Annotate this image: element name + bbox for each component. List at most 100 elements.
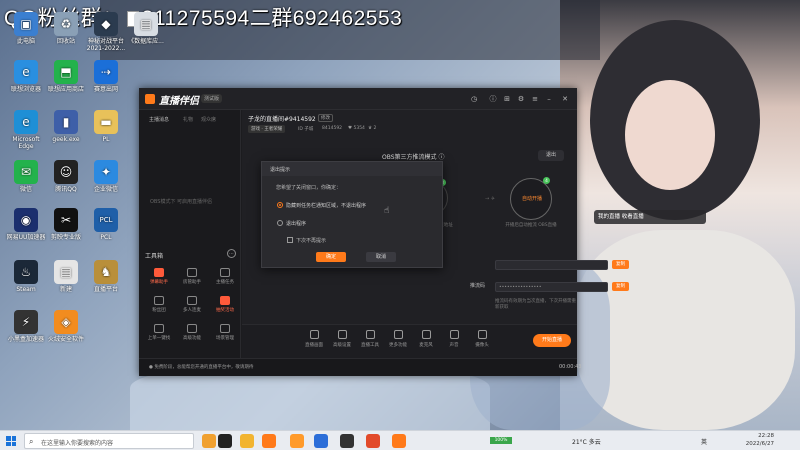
desktop-icon[interactable]: ▣ 此电脑	[4, 12, 48, 45]
clock-time[interactable]: 22:28	[744, 433, 774, 440]
bottom-tool-icon	[365, 330, 375, 339]
tab-gifts[interactable]: 礼物	[183, 116, 193, 123]
bottom-tool-item[interactable]: 高级设置	[328, 330, 356, 348]
desktop-icon[interactable]: ▤ 《数据库应...	[124, 12, 168, 45]
copy-server-button[interactable]: 复制	[612, 260, 629, 269]
desktop-icon[interactable]: ◆ 神秘对战平台 2021-2022...	[84, 12, 128, 52]
app-icon: ▮	[54, 110, 78, 134]
clock-date[interactable]: 2022/6/27	[732, 441, 774, 447]
toolbox-item[interactable]: 房管助手	[176, 268, 208, 290]
taskbar-app-icon[interactable]	[262, 434, 276, 448]
app-icon: ☺	[54, 160, 78, 184]
edit-room-badge[interactable]: 修改	[318, 114, 333, 122]
dont-show-again[interactable]: 下次不再提示	[287, 237, 327, 244]
tool-label: 高级功能	[183, 336, 201, 341]
server-address-input[interactable]	[495, 260, 608, 270]
toolbox-item[interactable]: 粉丝团	[143, 296, 175, 318]
exit-obs-mode-button[interactable]: 退出	[538, 150, 564, 161]
desktop-icon[interactable]: PCL PCL	[84, 208, 128, 241]
option-minimize-to-tray[interactable]: 隐藏到任务栏通知区域，不退出程序	[277, 202, 366, 209]
app-icon: ♨	[14, 260, 38, 284]
bottom-tool-item[interactable]: 直播工具	[356, 330, 384, 348]
tool-icon	[154, 324, 164, 333]
taskbar-app-icon[interactable]	[314, 434, 328, 448]
app-icon: ✦	[94, 160, 118, 184]
desktop-icon[interactable]: ♨ Steam	[4, 260, 48, 293]
option-exit-program[interactable]: 退出程序	[277, 220, 306, 227]
desktop-icon[interactable]: ▮ geek.exe	[44, 110, 88, 143]
footer-notice-text: ● 免费阶段，总能帮您开通的直播平台中，敬请期待	[149, 365, 254, 370]
bottom-tool-item[interactable]: 直播画面	[300, 330, 328, 348]
desktop-icon[interactable]: ◈ 火绒安全软件	[44, 310, 88, 343]
desktop-icon[interactable]: ⬒ 联想应用商店	[44, 60, 88, 93]
bottom-tool-item[interactable]: 更多功能	[384, 330, 412, 348]
stream-key-input[interactable]: ••••••••••••••••	[495, 282, 608, 292]
desktop-icon[interactable]: e Microsoft Edge	[4, 110, 48, 150]
radio-selected-icon[interactable]	[277, 202, 283, 208]
minimize-icon[interactable]: –	[545, 95, 553, 103]
dont-show-again-label: 下次不再提示	[296, 238, 327, 244]
checkbox-icon[interactable]	[287, 237, 293, 243]
close-icon[interactable]: ✕	[561, 95, 569, 103]
version-badge: 测试版	[201, 94, 223, 103]
taskbar-app-icon[interactable]	[366, 434, 380, 448]
clock-icon[interactable]: ◷	[470, 95, 478, 103]
search-icon: ⌕	[29, 437, 34, 446]
app-icon: ⬒	[54, 60, 78, 84]
bottom-tool-item[interactable]: 声音	[440, 330, 468, 348]
confirm-button[interactable]: 确定	[316, 252, 346, 262]
desktop-icon[interactable]: ☺ 腾讯QQ	[44, 160, 88, 193]
desktop-icon[interactable]: ⚡ 小黑盒加速器	[4, 310, 48, 343]
input-language[interactable]: 英	[701, 437, 707, 446]
taskbar-app-icon[interactable]	[290, 434, 304, 448]
room-category[interactable]: 游戏 · 王者荣耀	[248, 125, 286, 133]
windows-start-icon[interactable]	[6, 436, 16, 446]
bottom-tool-icon	[477, 330, 487, 339]
weather-widget[interactable]: 21°C 多云	[572, 437, 601, 446]
bottom-tool-item[interactable]: 摄像头	[468, 330, 496, 348]
toolbox-item[interactable]: 上单一键找	[143, 324, 175, 346]
desktop-icon[interactable]: ⇢ 赛意出网	[84, 60, 128, 93]
copy-key-button[interactable]: 复制	[612, 282, 629, 291]
taskbar-app-icon[interactable]	[240, 434, 254, 448]
desktop-icon[interactable]: ✉ 微信	[4, 160, 48, 193]
taskbar-live-companion-icon[interactable]	[392, 434, 406, 448]
desktop-icon[interactable]: ♞ 直播平台	[84, 260, 128, 293]
toolbox-item[interactable]: 弹幕助手	[143, 268, 175, 290]
tool-icon	[220, 324, 230, 333]
tab-audience[interactable]: 观众席	[201, 116, 216, 123]
battery-indicator: 100%	[490, 437, 512, 444]
toolbox-item[interactable]: 高级功能	[176, 324, 208, 346]
taskbar-app-icon[interactable]	[202, 434, 216, 448]
bottom-tool-label: 直播工具	[361, 343, 379, 348]
toolbox-item[interactable]: 主播任务	[209, 268, 241, 290]
menu-icon[interactable]: ≡	[531, 95, 539, 103]
desktop-icon[interactable]: ♻ 回收站	[44, 12, 88, 45]
desktop-icon[interactable]: ✦ 企业微信	[84, 160, 128, 193]
toolbox-item[interactable]: 多人连麦	[176, 296, 208, 318]
desktop-icon[interactable]: e 联想浏览器	[4, 60, 48, 93]
info-icon[interactable]: ⓘ	[489, 95, 497, 103]
start-live-button[interactable]: 开始直播	[533, 334, 571, 347]
desktop-icon[interactable]: ▬ PL	[84, 110, 128, 143]
cancel-button[interactable]: 取消	[366, 252, 396, 262]
bottom-tool-icon	[309, 330, 319, 339]
footer-notice: ● 免费阶段，总能帮您开通的直播平台中，敬请期待 00:00:43	[139, 358, 581, 376]
desktop-icon[interactable]: ✂ 剪映专业版	[44, 208, 88, 241]
toolbox-item[interactable]: 场景管理	[209, 324, 241, 346]
tab-messages[interactable]: 主播消息	[149, 116, 169, 123]
gift-icon[interactable]: ⊞	[503, 95, 511, 103]
app-icon: ✉	[14, 160, 38, 184]
taskbar-search[interactable]: ⌕ 在这里输入你要搜索的内容	[24, 433, 194, 449]
toolbox-more-button[interactable]: ⋯	[227, 249, 236, 258]
taskbar-app-icon[interactable]	[218, 434, 232, 448]
bottom-tool-item[interactable]: 麦克风	[412, 330, 440, 348]
settings-icon[interactable]: ⚙	[517, 95, 525, 103]
toolbox-item[interactable]: 抽奖活动	[209, 296, 241, 318]
taskbar-app-icon[interactable]	[340, 434, 354, 448]
app-icon: e	[14, 60, 38, 84]
desktop-icon[interactable]: ◉ 网易UU加速器	[4, 208, 48, 241]
desktop-icon[interactable]: ▤ 新建	[44, 260, 88, 293]
bottom-tool-icon	[337, 330, 347, 339]
radio-icon[interactable]	[277, 220, 283, 226]
